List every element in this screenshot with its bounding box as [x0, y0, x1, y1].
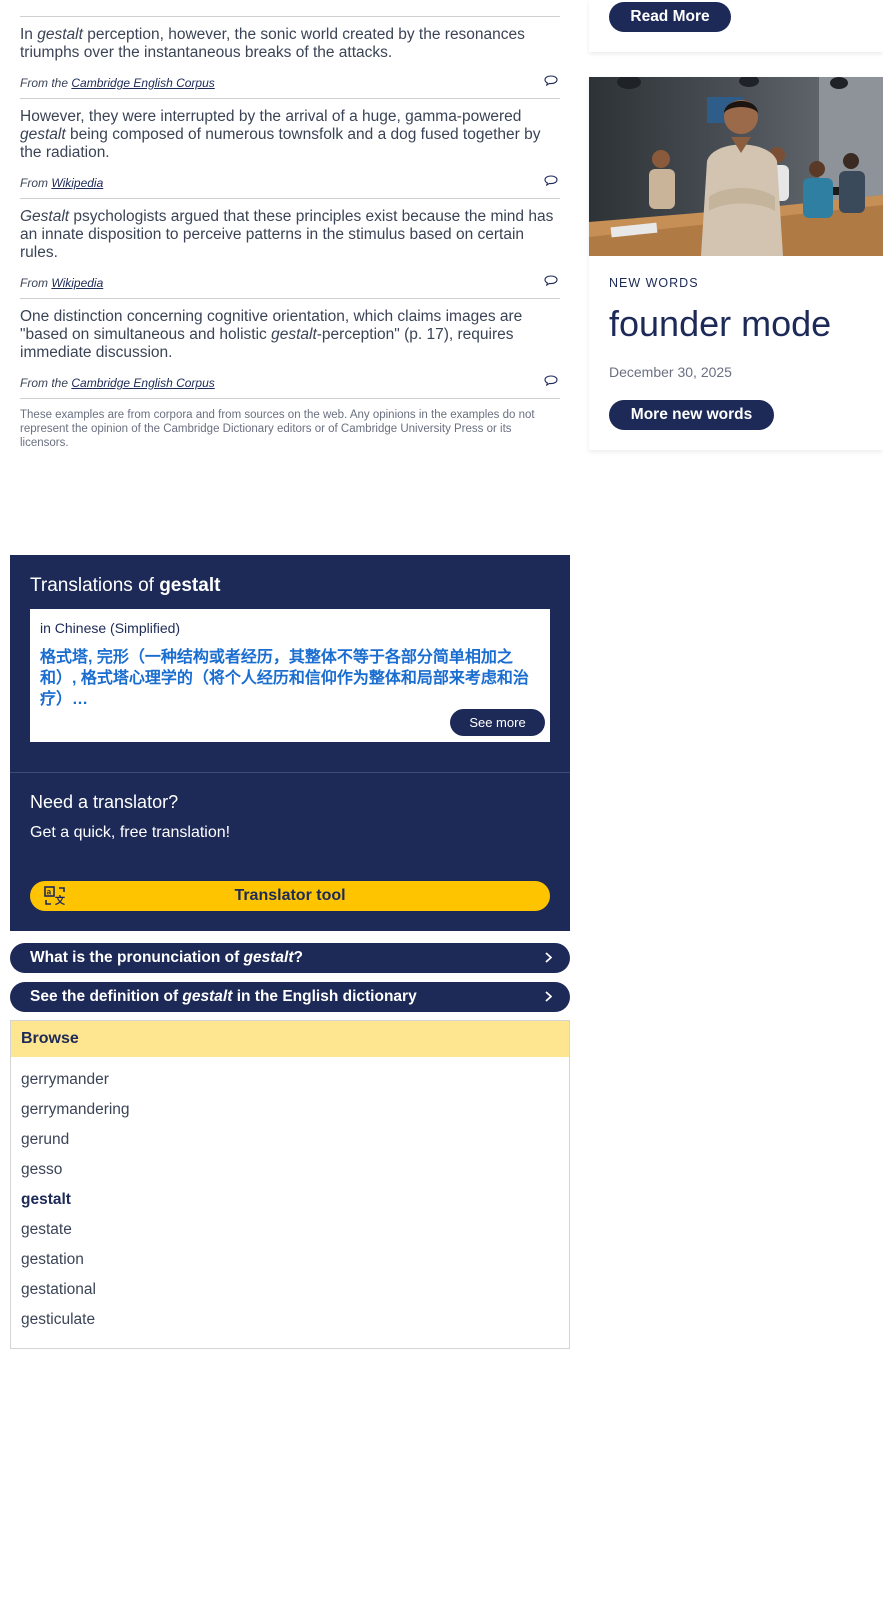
translations-panel: Translations of gestalt in Chinese (Simp… [10, 555, 570, 931]
comment-icon[interactable] [544, 175, 558, 186]
translation-text[interactable]: 格式塔, 完形（一种结构或者经历，其整体不等于各部分简单相加之和）, 格式塔心理… [40, 647, 530, 710]
example-item: In gestalt perception, however, the soni… [20, 16, 560, 98]
new-word-title[interactable]: founder mode [609, 303, 831, 345]
translation-language: in Chinese (Simplified) [40, 620, 181, 636]
example-source: From the Cambridge English Corpus [20, 376, 215, 390]
source-link[interactable]: Cambridge English Corpus [71, 376, 214, 390]
example-keyword: gestalt [37, 26, 83, 43]
browse-item[interactable]: gerund [11, 1125, 569, 1155]
example-source: From Wikipedia [20, 176, 104, 190]
browse-panel: Browse gerrymander gerrymandering gerund… [10, 1020, 570, 1349]
browse-item[interactable]: gerrymander [11, 1065, 569, 1095]
example-item: Gestalt psychologists argued that these … [20, 198, 560, 298]
browse-item[interactable]: gesticulate [11, 1305, 569, 1335]
source-link[interactable]: Wikipedia [51, 276, 103, 290]
svg-text:a: a [47, 888, 52, 897]
office-photo [589, 77, 883, 256]
blog-card: Read More [589, 0, 883, 52]
example-source: From the Cambridge English Corpus [20, 76, 215, 90]
pronunciation-link[interactable]: What is the pronunciation of gestalt? [10, 943, 570, 973]
browse-heading: Browse [11, 1021, 569, 1057]
comment-icon[interactable] [544, 75, 558, 86]
browse-item[interactable]: gesso [11, 1155, 569, 1185]
translator-tool-button[interactable]: a 文 Translator tool [30, 881, 550, 911]
new-words-card: NEW WORDS founder mode December 30, 2025… [589, 77, 883, 450]
example-sentence: One distinction concerning cognitive ori… [20, 308, 523, 361]
see-more-button[interactable]: See more [450, 709, 545, 736]
source-link[interactable]: Cambridge English Corpus [71, 76, 214, 90]
translations-heading: Translations of gestalt [30, 575, 221, 596]
divider [10, 772, 570, 773]
example-sentence: However, they were interrupted by the ar… [20, 108, 541, 161]
example-sentence: In gestalt perception, however, the soni… [20, 26, 525, 61]
example-item: However, they were interrupted by the ar… [20, 98, 560, 198]
comment-icon[interactable] [544, 275, 558, 286]
browse-item[interactable]: gerrymandering [11, 1095, 569, 1125]
svg-text:文: 文 [55, 894, 66, 907]
source-link[interactable]: Wikipedia [51, 176, 103, 190]
example-item: One distinction concerning cognitive ori… [20, 298, 560, 398]
browse-item[interactable]: gestate [11, 1215, 569, 1245]
definition-link[interactable]: See the definition of gestalt in the Eng… [10, 982, 570, 1012]
translation-box: in Chinese (Simplified) 格式塔, 完形（一种结构或者经历… [30, 609, 550, 742]
browse-item[interactable]: gestational [11, 1275, 569, 1305]
browse-item-current: gestalt [21, 1191, 71, 1208]
need-translator-heading: Need a translator? [30, 792, 179, 812]
example-keyword: Gestalt [20, 208, 70, 225]
examples-list: In gestalt perception, however, the soni… [20, 0, 560, 450]
browse-list: gerrymander gerrymandering gerund gesso … [11, 1057, 569, 1335]
browse-item[interactable]: gestation [11, 1245, 569, 1275]
chevron-down-icon[interactable] [548, 0, 558, 3]
new-words-label: NEW WORDS [609, 276, 699, 290]
example-keyword: gestalt [271, 326, 317, 343]
quick-translation-text: Get a quick, free translation! [30, 824, 231, 841]
comment-icon[interactable] [544, 375, 558, 386]
office-illustration [589, 77, 883, 256]
chevron-right-icon [545, 991, 552, 1002]
example-keyword: gestalt [20, 126, 66, 143]
example-sentence: Gestalt psychologists argued that these … [20, 208, 554, 261]
read-more-button[interactable]: Read More [609, 2, 731, 32]
more-new-words-button[interactable]: More new words [609, 400, 774, 430]
examples-disclaimer: These examples are from corpora and from… [20, 398, 560, 450]
chevron-right-icon [545, 952, 552, 963]
new-word-date: December 30, 2025 [609, 364, 732, 380]
translate-icon: a 文 [44, 886, 66, 907]
example-source: From Wikipedia [20, 276, 104, 290]
